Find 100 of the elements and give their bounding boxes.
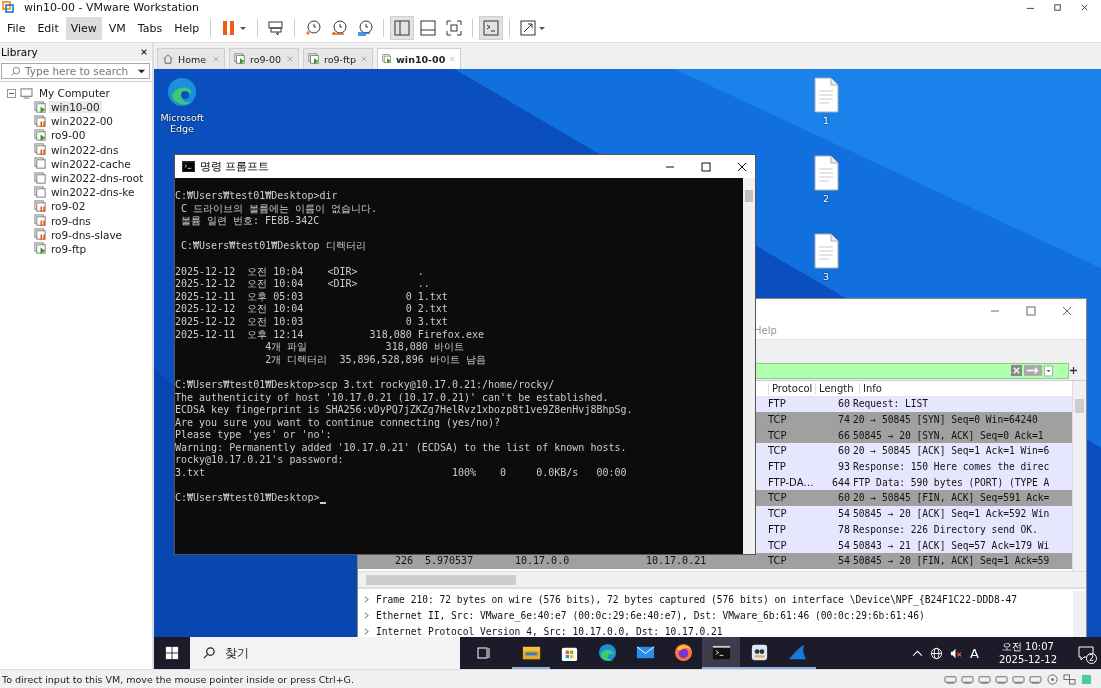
globe-icon[interactable] xyxy=(929,646,943,660)
console-line: 2025-12-12 오전 10:03 0 3.txt xyxy=(175,315,448,329)
text-cursor xyxy=(319,501,326,504)
menu-item[interactable]: VM xyxy=(103,16,131,40)
packet-row[interactable]: FTP-DA… 644 FTP Data: 590 bytes (PORT) (TYPE A xyxy=(755,474,1072,491)
console-line: 2025-12-11 오후 05:03 0 1.txt xyxy=(175,290,448,304)
menu-item[interactable]: Edit xyxy=(32,16,64,40)
table-cell: 66 xyxy=(837,429,850,441)
library-view-button[interactable] xyxy=(390,16,415,40)
maximize-icon[interactable] xyxy=(1053,2,1062,12)
packet-row[interactable]: FTP 60 Request: LIST xyxy=(755,396,1072,412)
table-cell: Response: 226 Directory send OK. xyxy=(853,523,1038,535)
table-cell: 20 → 50845 [ACK] Seq=1 Ack=1 Win=6 xyxy=(853,445,1050,457)
input-mode-indicator[interactable]: A xyxy=(969,645,979,661)
drive-icon[interactable] xyxy=(995,673,1008,685)
detail-line[interactable]: Internet Protocol Version 4, Src: 10.17.0.0, Dst: 10.17.0.21 xyxy=(376,625,723,637)
close-icon[interactable] xyxy=(1080,2,1089,12)
notification-button[interactable]: 2 xyxy=(1071,637,1101,669)
tree-item[interactable]: My Computer xyxy=(37,87,112,99)
icon-label: Microsoft Edge xyxy=(159,112,205,134)
console-line: 2025-12-12 오전 10:04 0 2.txt xyxy=(175,303,448,316)
tree-item[interactable]: ro9-02 xyxy=(49,200,88,213)
scrollbar[interactable] xyxy=(1072,381,1086,571)
packet-row[interactable]: TCP 54 50843 → 21 [ACK] Seq=57 Ack=179 Wi xyxy=(755,537,1072,553)
tree-item[interactable]: win2022-dns-root xyxy=(49,172,146,185)
collapse-icon[interactable] xyxy=(7,88,16,98)
terminal-icon xyxy=(182,161,195,172)
table-cell: Response: 150 Here comes the direc xyxy=(853,461,1050,473)
tree-item[interactable]: win2022-dns-ke xyxy=(49,186,137,199)
start-icon[interactable] xyxy=(165,646,179,660)
terminal-icon xyxy=(481,18,502,38)
menu-item[interactable]: Help xyxy=(169,16,205,40)
table-cell: 5.970537 xyxy=(425,555,474,567)
tree-item[interactable]: ro9-dns xyxy=(49,214,93,227)
detail-line[interactable]: Ethernet II, Src: VMware_6e:40:e7 (00:0c:29:6e:40:e7), Dst: VMware_6b:61:46 (00:0c:29:6b:61:46) xyxy=(376,609,925,621)
packet-row[interactable]: TCP 66 50845 → 20 [SYN, ACK] Seq=0 Ack=1 xyxy=(755,427,1072,444)
clock-icon xyxy=(329,18,350,38)
network-icon[interactable] xyxy=(1063,673,1076,685)
full-screen-icon xyxy=(444,18,465,38)
muted-speaker-icon[interactable] xyxy=(948,646,962,660)
tab[interactable]: ro9-ftp xyxy=(303,48,373,69)
arrow-icon[interactable] xyxy=(1024,365,1042,376)
table-cell: TCP xyxy=(768,539,787,551)
tree-item[interactable]: ro9-00 xyxy=(49,129,88,142)
console-line: ECDSA key fingerprint is SHA256:vDyPQ7jZKZg7HelRvz1xbozp8t1ve9Z8enHvj8BhpSg. xyxy=(175,404,633,417)
expand-icon[interactable] xyxy=(363,627,370,635)
column-header[interactable]: Protocol xyxy=(768,383,815,394)
search-field[interactable]: Type here to search xyxy=(1,63,150,79)
tree-item[interactable]: win2022-cache xyxy=(49,157,133,170)
table-cell: 10.17.0.0 xyxy=(515,555,570,567)
scrollbar[interactable] xyxy=(743,178,755,554)
sidebar-layout-icon xyxy=(392,18,413,38)
table-cell: 54 xyxy=(837,508,850,520)
packet-row[interactable]: TCP 60 20 → 50845 [ACK] Seq=1 Ack=1 Win=6 xyxy=(755,443,1072,459)
tab[interactable]: Home xyxy=(157,48,225,69)
tree-item[interactable]: win2022-dns xyxy=(49,143,121,156)
speech-bubble-icon xyxy=(1078,645,1094,661)
scrollbar[interactable] xyxy=(358,571,1086,587)
expand-icon[interactable] xyxy=(363,611,370,619)
drive-icon[interactable] xyxy=(978,673,991,685)
window-title: win10-00 - VMware Workstation xyxy=(24,0,199,14)
close-icon[interactable] xyxy=(737,161,747,172)
table-cell: 60 xyxy=(837,445,850,457)
console-line: 볼륨 일련 번호: FE8B-342C xyxy=(180,215,320,228)
close-icon[interactable] xyxy=(140,48,148,56)
packet-row[interactable]: TCP 60 20 → 50845 [FIN, ACK] Seq=591 Ack= xyxy=(755,490,1072,506)
home-icon xyxy=(162,53,174,65)
search-field[interactable]: 찾기 xyxy=(190,637,460,669)
clear-icon[interactable] xyxy=(1011,365,1022,376)
clock[interactable]: 오전 10:07 2025-12-12 xyxy=(998,640,1057,666)
menu-item[interactable]: File xyxy=(2,16,31,40)
table-cell: 74 xyxy=(837,414,850,426)
menu-item[interactable]: View xyxy=(65,16,102,40)
menu-item[interactable]: Tabs xyxy=(132,16,168,40)
drive-icon[interactable] xyxy=(1029,673,1042,685)
table-cell: FTP xyxy=(768,523,786,535)
table-cell: 20 → 50845 [SYN] Seq=0 Win=64240 xyxy=(853,414,1038,426)
tree-item[interactable]: ro9-dns-slave xyxy=(49,228,125,241)
table-cell: 50843 → 21 [ACK] Seq=57 Ack=179 Wi xyxy=(853,539,1050,551)
clock-icon xyxy=(355,18,376,38)
task-view-icon[interactable] xyxy=(476,645,492,661)
console-view-button[interactable] xyxy=(479,16,504,40)
terminal-app-icon[interactable] xyxy=(702,637,740,669)
detail-line[interactable]: Frame 210: 72 bytes on wire (576 bits), 72 bytes captured (576 bits) on interface \Device\NPF_{B24F1C22-DDD8-47 xyxy=(376,593,1018,605)
maximize-icon[interactable] xyxy=(701,161,711,172)
tab[interactable]: win10-00 xyxy=(377,48,461,69)
icon-label: 3 xyxy=(822,271,829,282)
drive-icon[interactable] xyxy=(944,673,957,685)
column-header[interactable]: Length xyxy=(815,383,859,394)
table-cell: 54 xyxy=(837,539,850,551)
tree-item[interactable]: ro9-ftp xyxy=(49,242,89,255)
tree-item[interactable]: win2022-00 xyxy=(49,115,116,128)
tab[interactable]: ro9-00 xyxy=(229,48,299,69)
drive-icon[interactable] xyxy=(961,673,974,685)
plus-icon[interactable] xyxy=(1069,366,1078,375)
drive-icon[interactable] xyxy=(1012,673,1025,685)
expand-icon[interactable] xyxy=(363,595,370,603)
scrollbar[interactable] xyxy=(1073,591,1086,637)
tree-item[interactable]: win10-00 xyxy=(49,101,102,114)
disc-icon[interactable] xyxy=(1046,673,1059,685)
